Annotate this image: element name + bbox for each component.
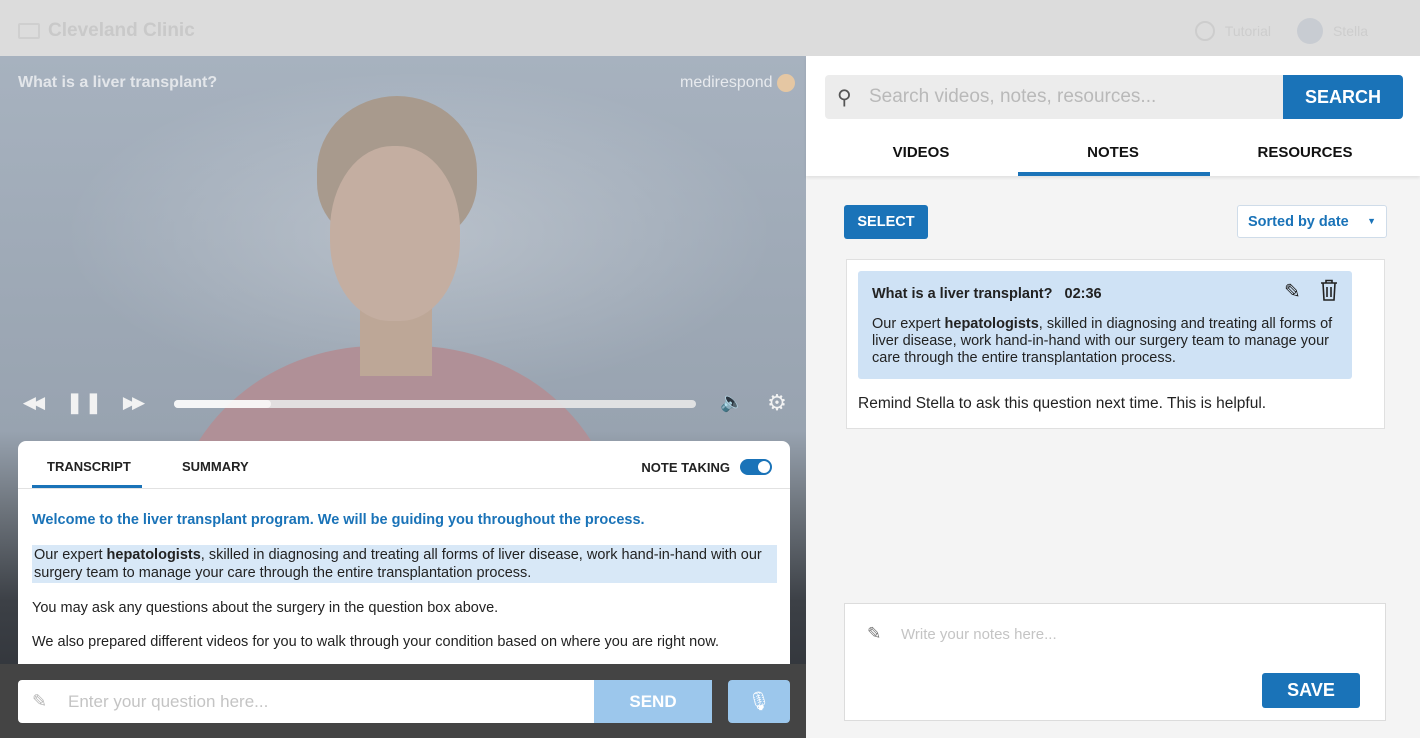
note-quote: Our expert hepatologists, skilled in dia… <box>872 316 1347 367</box>
help-icon <box>1194 21 1215 41</box>
video-progress-fill <box>174 400 271 408</box>
video-title: What is a liver transplant? <box>18 74 218 91</box>
notes-panel-header: ⚲ Search videos, notes, resources... SEA… <box>806 56 1420 176</box>
note-taking-label: NOTE TAKING <box>641 459 730 475</box>
avatar <box>1296 18 1323 44</box>
note-taking-toggle[interactable] <box>740 459 772 475</box>
tab-resources[interactable]: RESOURCES <box>1209 144 1401 161</box>
select-button[interactable]: SELECT <box>844 205 928 239</box>
note-title: What is a liver transplant? 02:36 <box>872 286 1102 302</box>
transcript-body: Welcome to the liver transplant program.… <box>32 511 777 665</box>
video-frame-presenter-face <box>330 146 460 321</box>
video-watermark: medirespond <box>680 74 795 92</box>
tutorial-link[interactable]: Tutorial <box>1194 21 1271 41</box>
volume-icon[interactable]: 🔈 <box>718 388 746 418</box>
pencil-icon: ✎ <box>32 691 48 711</box>
tab-transcript[interactable]: TRANSCRIPT <box>47 459 131 474</box>
note-title-text: What is a liver transplant? <box>872 286 1053 302</box>
note-quote-prefix: Our expert <box>872 316 945 332</box>
tab-summary[interactable]: SUMMARY <box>182 459 249 474</box>
transcript-tabs: TRANSCRIPT SUMMARY NOTE TAKING <box>18 441 790 489</box>
tutorial-label: Tutorial <box>1224 23 1271 39</box>
active-tab-indicator <box>32 485 142 488</box>
transcript-hl-bold: hepatologists <box>106 547 201 563</box>
pause-icon[interactable]: ❚❚ <box>66 388 102 418</box>
video-progress-bar[interactable] <box>174 400 696 408</box>
brand[interactable]: Cleveland Clinic <box>18 20 195 42</box>
transcript-welcome: Welcome to the liver transplant program.… <box>32 512 645 528</box>
user-menu[interactable]: Stella <box>1296 18 1368 44</box>
top-right-menu: Tutorial Stella <box>1194 18 1368 44</box>
transcript-hl-prefix: Our expert <box>34 547 107 563</box>
rewind-icon[interactable]: ◀◀ <box>16 388 48 418</box>
pencil-icon[interactable]: ✎ <box>1284 279 1301 304</box>
transcript-paragraph: You may ask any questions about the surg… <box>32 600 499 616</box>
note-quote-bold: hepatologists <box>944 316 1039 332</box>
sort-label: Sorted by date <box>1248 213 1349 230</box>
note-editor[interactable]: ✎ Write your notes here... SAVE <box>844 603 1386 721</box>
watermark-logo-icon <box>776 74 795 92</box>
transcript-paragraph: We also prepared different videos for yo… <box>32 634 720 650</box>
note-taking-control: NOTE TAKING <box>641 459 772 475</box>
pencil-icon: ✎ <box>867 624 882 643</box>
tab-videos[interactable]: VIDEOS <box>825 144 1017 161</box>
trash-icon[interactable] <box>1318 278 1340 302</box>
video-controls: ◀◀ ❚❚ ▶▶ 🔈 ⚙ <box>16 388 792 418</box>
chevron-down-icon: ▼ <box>1367 216 1376 226</box>
note-comment: Remind Stella to ask this question next … <box>858 395 1267 412</box>
note-input-placeholder: Write your notes here... <box>901 626 1057 643</box>
tab-notes[interactable]: NOTES <box>1017 144 1209 161</box>
top-bar: Cleveland Clinic Tutorial Stella <box>0 0 1420 56</box>
sort-dropdown[interactable]: Sorted by date ▼ <box>1237 205 1387 238</box>
question-bar: ✎ Enter your question here... SEND 🎙 <box>0 664 806 738</box>
save-button[interactable]: SAVE <box>1262 673 1360 708</box>
send-button[interactable]: SEND <box>594 680 712 723</box>
microphone-icon: 🎙 <box>747 691 771 711</box>
user-name: Stella <box>1332 23 1368 39</box>
note-highlight: What is a liver transplant? 02:36 ✎ Our e… <box>858 271 1352 379</box>
note-card[interactable]: What is a liver transplant? 02:36 ✎ Our e… <box>846 259 1385 429</box>
note-timestamp[interactable]: 02:36 <box>1065 286 1102 302</box>
question-input[interactable]: ✎ Enter your question here... <box>18 680 594 723</box>
search-icon: ⚲ <box>837 86 852 109</box>
question-placeholder: Enter your question here... <box>68 691 269 711</box>
brand-name: Cleveland Clinic <box>48 20 195 41</box>
fast-forward-icon[interactable]: ▶▶ <box>116 388 148 418</box>
search-button[interactable]: SEARCH <box>1283 75 1403 119</box>
toggle-knob <box>757 460 771 474</box>
microphone-button[interactable]: 🎙 <box>728 680 790 723</box>
search-placeholder: Search videos, notes, resources... <box>869 86 1157 107</box>
transcript-panel: TRANSCRIPT SUMMARY NOTE TAKING Welcome t… <box>18 441 790 665</box>
brand-logo-icon <box>18 23 40 39</box>
notes-panel: ⚲ Search videos, notes, resources... SEA… <box>806 56 1420 738</box>
active-tab-indicator <box>1018 172 1210 176</box>
search-input[interactable]: ⚲ Search videos, notes, resources... <box>825 75 1283 119</box>
gear-icon[interactable]: ⚙ <box>763 388 791 418</box>
transcript-highlight[interactable]: Our expert hepatologists, skilled in dia… <box>32 545 777 583</box>
watermark-text: medirespond <box>680 74 773 91</box>
